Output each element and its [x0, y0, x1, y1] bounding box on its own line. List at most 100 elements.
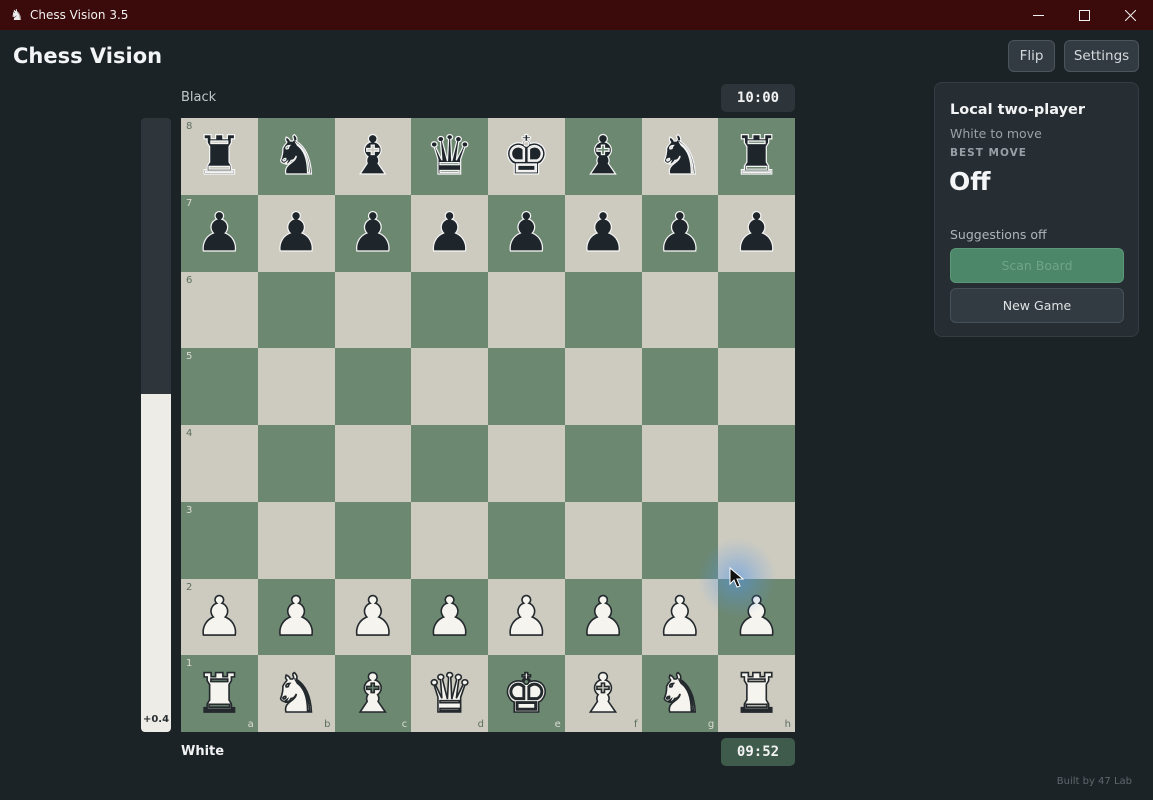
square-h3[interactable]	[718, 501, 795, 579]
square-d6[interactable]	[411, 271, 488, 349]
black-pawn-icon[interactable]: ♟	[502, 205, 552, 260]
square-c4[interactable]	[334, 425, 412, 502]
square-d1[interactable]: d ♛	[411, 655, 488, 732]
black-rook-icon[interactable]: ♜	[732, 128, 782, 183]
white-pawn-icon[interactable]: ♟	[655, 589, 705, 645]
minimize-button[interactable]	[1015, 0, 1061, 30]
white-bishop-icon[interactable]: ♝	[348, 665, 398, 721]
white-king-icon[interactable]: ♚	[501, 665, 551, 721]
square-h2[interactable]: ♟	[718, 578, 795, 656]
square-h8[interactable]: ♜	[718, 118, 795, 195]
square-a4[interactable]: 4	[181, 425, 258, 502]
square-e2[interactable]: ♟	[488, 578, 565, 656]
square-e6[interactable]	[488, 271, 565, 349]
square-g2[interactable]: ♟	[641, 578, 719, 656]
black-pawn-icon[interactable]: ♟	[655, 205, 705, 260]
square-f8[interactable]: ♝	[564, 118, 642, 195]
square-f6[interactable]	[564, 271, 642, 349]
square-b1[interactable]: b ♞	[257, 655, 335, 732]
maximize-button[interactable]	[1061, 0, 1107, 30]
square-a2[interactable]: 2 ♟	[181, 578, 258, 656]
square-c1[interactable]: c ♝	[334, 655, 412, 732]
flip-board-button[interactable]: Flip	[1008, 40, 1055, 72]
black-pawn-icon[interactable]: ♟	[195, 205, 245, 260]
black-pawn-icon[interactable]: ♟	[271, 205, 321, 260]
square-h5[interactable]	[718, 348, 795, 425]
black-bishop-icon[interactable]: ♝	[578, 128, 628, 183]
square-e7[interactable]: ♟	[488, 194, 565, 272]
square-g1[interactable]: g ♞	[641, 655, 719, 732]
chess-board[interactable]: 8 ♜ ♞ ♝ ♛ ♚ ♝ ♞ ♜ 7 ♟ ♟ ♟ ♟ ♟ ♟ ♟ ♟ 6 5 4 3 2 ♟ ♟ ♟ ♟ ♟ ♟ ♟ ♟ 1 a ♜ b ♞ c ♝ d ♛…	[181, 118, 795, 732]
square-g7[interactable]: ♟	[641, 194, 719, 272]
square-c5[interactable]	[334, 348, 412, 425]
square-e4[interactable]	[488, 425, 565, 502]
square-a5[interactable]: 5	[181, 348, 258, 425]
white-pawn-icon[interactable]: ♟	[501, 589, 551, 645]
square-g3[interactable]	[641, 501, 719, 579]
square-d7[interactable]: ♟	[411, 194, 488, 272]
square-h1[interactable]: h ♜	[718, 655, 795, 732]
white-pawn-icon[interactable]: ♟	[194, 589, 244, 645]
black-bishop-icon[interactable]: ♝	[348, 128, 398, 183]
square-f1[interactable]: f ♝	[564, 655, 642, 732]
black-pawn-icon[interactable]: ♟	[732, 205, 782, 260]
square-g5[interactable]	[641, 348, 719, 425]
white-pawn-icon[interactable]: ♟	[348, 589, 398, 645]
square-f3[interactable]	[564, 501, 642, 579]
settings-button[interactable]: Settings	[1064, 40, 1139, 72]
white-pawn-icon[interactable]: ♟	[578, 589, 628, 645]
square-f7[interactable]: ♟	[564, 194, 642, 272]
black-rook-icon[interactable]: ♜	[195, 128, 245, 183]
square-d5[interactable]	[411, 348, 488, 425]
square-a3[interactable]: 3	[181, 501, 258, 579]
square-h4[interactable]	[718, 425, 795, 502]
white-queen-icon[interactable]: ♛	[425, 665, 475, 721]
square-e8[interactable]: ♚	[488, 118, 565, 195]
square-f5[interactable]	[564, 348, 642, 425]
square-g4[interactable]	[641, 425, 719, 502]
square-a7[interactable]: 7 ♟	[181, 194, 258, 272]
close-button[interactable]	[1107, 0, 1153, 30]
square-d4[interactable]	[411, 425, 488, 502]
square-b5[interactable]	[257, 348, 335, 425]
square-d3[interactable]	[411, 501, 488, 579]
square-d8[interactable]: ♛	[411, 118, 488, 195]
square-a8[interactable]: 8 ♜	[181, 118, 258, 195]
white-rook-icon[interactable]: ♜	[732, 665, 782, 721]
square-h6[interactable]	[718, 271, 795, 349]
black-king-icon[interactable]: ♚	[502, 128, 552, 183]
square-e3[interactable]	[488, 501, 565, 579]
square-g8[interactable]: ♞	[641, 118, 719, 195]
square-g6[interactable]	[641, 271, 719, 349]
square-b4[interactable]	[257, 425, 335, 502]
square-e5[interactable]	[488, 348, 565, 425]
black-pawn-icon[interactable]: ♟	[578, 205, 628, 260]
new-game-button[interactable]: New Game	[950, 288, 1124, 323]
square-b2[interactable]: ♟	[257, 578, 335, 656]
square-c8[interactable]: ♝	[334, 118, 412, 195]
square-a1[interactable]: 1 a ♜	[181, 655, 258, 732]
square-c7[interactable]: ♟	[334, 194, 412, 272]
white-pawn-icon[interactable]: ♟	[732, 589, 782, 645]
square-b3[interactable]	[257, 501, 335, 579]
black-pawn-icon[interactable]: ♟	[425, 205, 475, 260]
square-c3[interactable]	[334, 501, 412, 579]
square-d2[interactable]: ♟	[411, 578, 488, 656]
square-f4[interactable]	[564, 425, 642, 502]
white-knight-icon[interactable]: ♞	[271, 665, 321, 721]
white-knight-icon[interactable]: ♞	[655, 665, 705, 721]
black-queen-icon[interactable]: ♛	[425, 128, 475, 183]
square-c2[interactable]: ♟	[334, 578, 412, 656]
square-c6[interactable]	[334, 271, 412, 349]
square-b8[interactable]: ♞	[257, 118, 335, 195]
black-pawn-icon[interactable]: ♟	[348, 205, 398, 260]
white-pawn-icon[interactable]: ♟	[425, 589, 475, 645]
white-pawn-icon[interactable]: ♟	[271, 589, 321, 645]
square-e1[interactable]: e ♚	[488, 655, 565, 732]
white-bishop-icon[interactable]: ♝	[578, 665, 628, 721]
square-f2[interactable]: ♟	[564, 578, 642, 656]
square-h7[interactable]: ♟	[718, 194, 795, 272]
black-knight-icon[interactable]: ♞	[655, 128, 705, 183]
square-a6[interactable]: 6	[181, 271, 258, 349]
square-b6[interactable]	[257, 271, 335, 349]
